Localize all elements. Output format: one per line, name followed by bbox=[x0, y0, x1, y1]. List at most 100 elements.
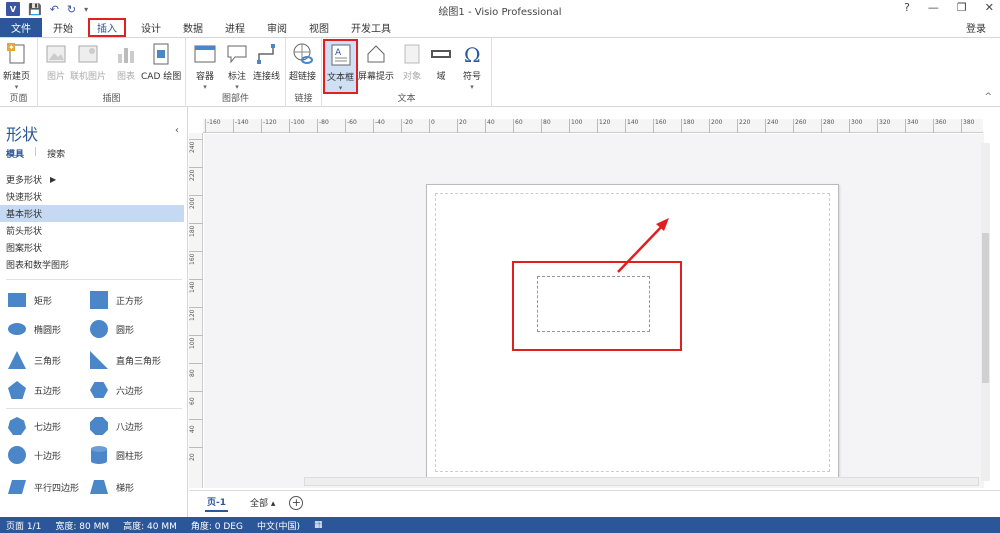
shape-heptagon[interactable]: 七边形 bbox=[8, 417, 61, 435]
chevron-down-icon: ▾ bbox=[14, 83, 19, 91]
undo-icon[interactable]: ↶ bbox=[50, 3, 59, 16]
ruler-tick: 40 bbox=[485, 119, 495, 133]
tab-data[interactable]: 数据 bbox=[172, 18, 214, 37]
stencil-item[interactable]: 快速形状 bbox=[0, 188, 187, 205]
ruler-tick: 20 bbox=[189, 447, 203, 475]
callout-button[interactable]: 标注 ▾ bbox=[225, 42, 249, 91]
textbox-icon: A bbox=[329, 43, 353, 67]
stencil-item-selected[interactable]: 基本形状 bbox=[0, 205, 184, 222]
restore-button[interactable]: ❐ bbox=[957, 1, 967, 14]
tab-developer[interactable]: 开发工具 bbox=[340, 18, 402, 37]
shape-rectangle[interactable]: 矩形 bbox=[8, 291, 52, 309]
symbol-button[interactable]: Ω 符号 ▾ bbox=[460, 42, 484, 91]
ruler-tick: 320 bbox=[877, 119, 890, 133]
status-page[interactable]: 页面 1/1 bbox=[6, 519, 41, 532]
vertical-scrollbar[interactable] bbox=[981, 143, 990, 481]
shape-cylinder[interactable]: 圆柱形 bbox=[90, 446, 143, 464]
chart-button[interactable]: 图表 bbox=[114, 42, 138, 82]
pane-tabs: 模具 | 搜索 bbox=[6, 147, 66, 160]
container-button[interactable]: 容器 ▾ bbox=[193, 42, 217, 91]
close-button[interactable]: ✕ bbox=[985, 1, 994, 14]
shape-pentagon[interactable]: 五边形 bbox=[8, 381, 61, 399]
title-bar: V 💾 ↶ ↻ ▾ 绘图1 - Visio Professional ? — ❐… bbox=[0, 0, 1000, 18]
screentip-button[interactable]: 屏幕提示 bbox=[358, 42, 394, 82]
login-link[interactable]: 登录 bbox=[966, 20, 986, 35]
field-button[interactable]: 域 bbox=[429, 42, 453, 82]
tab-page-1[interactable]: 页-1 bbox=[205, 493, 228, 512]
shape-right-triangle[interactable]: 直角三角形 bbox=[90, 351, 161, 369]
shape-parallelogram[interactable]: 平行四边形 bbox=[8, 478, 79, 496]
online-picture-icon bbox=[76, 42, 100, 66]
collapse-pane-icon[interactable]: ‹ bbox=[175, 125, 179, 136]
horizontal-scrollbar[interactable] bbox=[304, 477, 979, 486]
help-button[interactable]: ? bbox=[904, 1, 910, 14]
textbox-button[interactable]: A 文本框 ▾ bbox=[323, 39, 359, 94]
group-diagram-parts: 容器 ▾ 标注 ▾ 连接线 图部件 bbox=[186, 38, 286, 107]
add-page-button[interactable]: + bbox=[289, 495, 304, 510]
object-button[interactable]: 对象 bbox=[400, 42, 424, 82]
connector-button[interactable]: 连接线 bbox=[253, 42, 280, 82]
vertical-ruler: 240 220 200 180 160 140 120 100 80 60 40 20 bbox=[189, 133, 203, 488]
ruler-tick: -100 bbox=[289, 119, 305, 133]
ribbon-tabs: 文件 开始 插入 设计 数据 进程 审阅 视图 开发工具 登录 bbox=[0, 18, 1000, 37]
picture-button[interactable]: 图片 bbox=[44, 42, 68, 82]
drawing-area[interactable] bbox=[204, 134, 984, 488]
picture-icon bbox=[44, 42, 68, 66]
tab-home[interactable]: 开始 bbox=[42, 18, 84, 37]
parallelogram-icon bbox=[8, 478, 26, 496]
chevron-down-icon: ▾ bbox=[235, 83, 239, 91]
status-angle: 角度: 0 DEG bbox=[190, 521, 243, 532]
shape-hexagon[interactable]: 六边形 bbox=[90, 381, 143, 399]
shape-ellipse[interactable]: 椭圆形 bbox=[8, 320, 61, 338]
ruler-tick: 120 bbox=[189, 307, 203, 335]
callout-icon bbox=[225, 42, 249, 66]
ruler-tick: 160 bbox=[189, 251, 203, 279]
tab-process[interactable]: 进程 bbox=[214, 18, 256, 37]
shape-square[interactable]: 正方形 bbox=[90, 291, 143, 309]
svg-text:A: A bbox=[335, 48, 342, 58]
ruler-tick: 360 bbox=[933, 119, 946, 133]
tab-design[interactable]: 设计 bbox=[130, 18, 172, 37]
stencil-item[interactable]: 图案形状 bbox=[0, 239, 187, 256]
customize-qat-icon[interactable]: ▾ bbox=[84, 5, 88, 14]
collapse-ribbon-icon[interactable]: ^ bbox=[984, 92, 992, 102]
scroll-thumb[interactable] bbox=[982, 233, 989, 383]
tab-stencils[interactable]: 模具 bbox=[6, 147, 24, 160]
more-shapes-item[interactable]: 更多形状 ▶ bbox=[0, 171, 187, 188]
cad-drawing-button[interactable]: CAD 绘图 bbox=[141, 42, 181, 82]
new-page-button[interactable]: ✦ 新建页 ▾ bbox=[3, 42, 30, 91]
ruler-tick: 140 bbox=[189, 279, 203, 307]
ruler-tick: 80 bbox=[541, 119, 551, 133]
all-pages-button[interactable]: 全部 ▴ bbox=[250, 496, 275, 509]
shape-trapezoid[interactable]: 梯形 bbox=[90, 478, 134, 496]
shape-triangle[interactable]: 三角形 bbox=[8, 351, 61, 369]
status-language[interactable]: 中文(中国) bbox=[257, 519, 300, 532]
ruler-tick: 180 bbox=[189, 223, 203, 251]
ruler-tick: 260 bbox=[793, 119, 806, 133]
redo-icon[interactable]: ↻ bbox=[67, 3, 76, 16]
tab-file[interactable]: 文件 bbox=[0, 18, 42, 37]
annotation-arrow bbox=[617, 218, 669, 273]
macro-record-icon[interactable]: ▦ bbox=[314, 520, 323, 530]
textbox-shape[interactable] bbox=[537, 276, 650, 332]
tab-search[interactable]: 搜索 bbox=[47, 147, 65, 160]
ruler-tick: -160 bbox=[205, 119, 221, 133]
ruler-tick: -140 bbox=[233, 119, 249, 133]
ruler-tick: 380 bbox=[961, 119, 974, 133]
minimize-button[interactable]: — bbox=[928, 1, 939, 14]
cylinder-icon bbox=[90, 446, 108, 464]
shape-circle[interactable]: 圆形 bbox=[90, 320, 134, 338]
save-icon[interactable]: 💾 bbox=[28, 3, 42, 16]
ruler-tick: 220 bbox=[737, 119, 750, 133]
stencil-item[interactable]: 图表和数学图形 bbox=[0, 256, 187, 273]
hyperlink-button[interactable]: 超链接 bbox=[289, 42, 316, 82]
tab-review[interactable]: 审阅 bbox=[256, 18, 298, 37]
online-picture-button[interactable]: 联机图片 bbox=[70, 42, 106, 82]
tab-insert[interactable]: 插入 bbox=[88, 18, 126, 37]
shape-decagon[interactable]: 十边形 bbox=[8, 446, 61, 464]
ruler-tick: 100 bbox=[189, 335, 203, 363]
stencil-item[interactable]: 箭头形状 bbox=[0, 222, 187, 239]
tab-view[interactable]: 视图 bbox=[298, 18, 340, 37]
shape-octagon[interactable]: 八边形 bbox=[90, 417, 143, 435]
field-icon bbox=[429, 42, 453, 66]
